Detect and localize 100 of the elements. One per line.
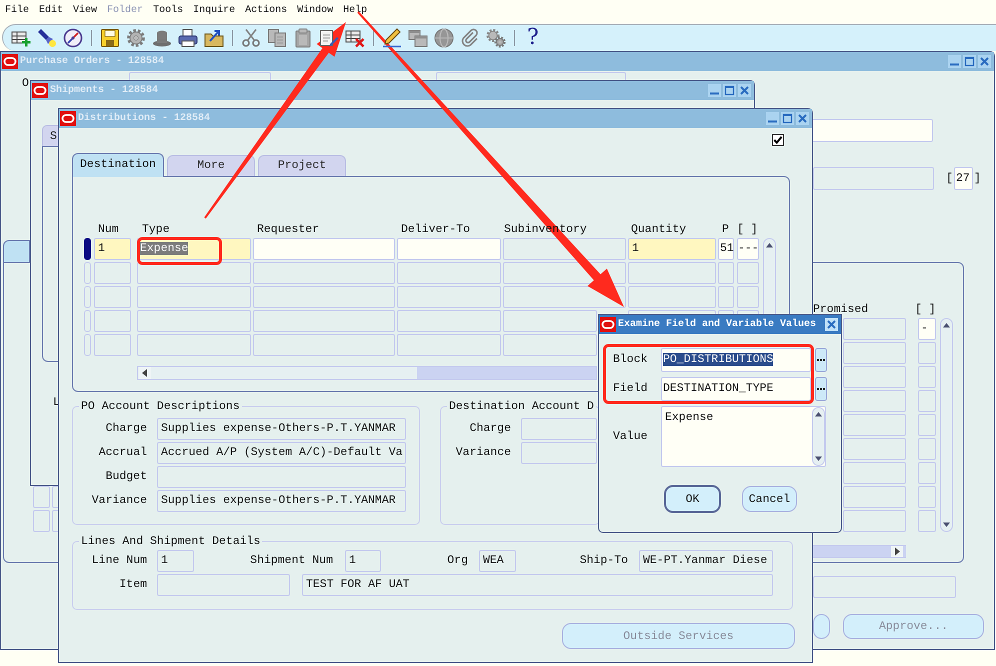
maximize-icon[interactable]	[963, 55, 976, 68]
help-button[interactable]: ?	[527, 26, 539, 50]
tab[interactable]: More	[167, 155, 255, 177]
vertical-scrollbar[interactable]	[940, 318, 953, 532]
menu-item[interactable]: Tools	[153, 4, 184, 18]
table-cell[interactable]	[94, 334, 131, 356]
vertical-scrollbar[interactable]	[812, 407, 825, 466]
table-cell[interactable]	[843, 318, 906, 340]
table-cell[interactable]	[503, 334, 597, 356]
menu-item[interactable]: Edit	[39, 4, 64, 18]
table-cell[interactable]	[843, 390, 906, 412]
action-button[interactable]: OK	[664, 485, 721, 513]
text-field[interactable]	[521, 418, 597, 440]
ellipsis-icon[interactable]	[815, 348, 827, 372]
text-field[interactable]	[129, 72, 271, 80]
table-cell[interactable]	[737, 262, 759, 284]
ellipsis-icon[interactable]	[815, 377, 827, 401]
close-icon[interactable]	[978, 55, 991, 68]
text-field[interactable]: 1	[157, 550, 194, 572]
table-cell[interactable]	[253, 310, 395, 332]
vertical-scrollbar[interactable]	[763, 238, 776, 314]
table-cell[interactable]	[503, 310, 597, 332]
table-cell[interactable]	[503, 238, 626, 260]
close-icon[interactable]	[825, 318, 838, 331]
table-cell[interactable]	[843, 486, 906, 508]
text-field[interactable]: 27	[954, 167, 973, 190]
menu-item[interactable]: Actions	[245, 4, 288, 18]
close-icon[interactable]	[796, 112, 809, 125]
table-cell[interactable]	[718, 262, 734, 284]
table-cell[interactable]	[94, 310, 131, 332]
tab[interactable]: S	[42, 125, 58, 146]
checkbox[interactable]	[772, 134, 784, 146]
table-cell[interactable]	[397, 286, 501, 308]
table-cell[interactable]	[253, 262, 395, 284]
text-field[interactable]: 1	[345, 550, 381, 572]
table-cell[interactable]	[397, 262, 501, 284]
text-field[interactable]: Accrued A/P (System A/C)-Default Va	[157, 442, 406, 464]
table-cell[interactable]	[918, 390, 936, 412]
horizontal-scrollbar[interactable]	[813, 545, 906, 558]
text-field[interactable]: PO_DISTRIBUTIONS	[661, 348, 811, 372]
table-cell[interactable]	[397, 238, 501, 260]
printer-icon[interactable]	[178, 28, 198, 48]
table-cell[interactable]	[737, 310, 759, 314]
text-area[interactable]: Expense	[661, 406, 826, 467]
menu-item[interactable]: Inquire	[193, 4, 236, 18]
row-indicator[interactable]	[84, 238, 91, 260]
table-cell[interactable]	[918, 438, 936, 460]
table-cell[interactable]	[918, 342, 936, 364]
flashlight-icon[interactable]	[37, 28, 57, 48]
table-cell[interactable]: 1	[94, 238, 131, 260]
table-cell[interactable]: -	[918, 318, 936, 340]
table-cell[interactable]	[397, 334, 501, 356]
table-cell[interactable]	[843, 366, 906, 388]
text-field[interactable]	[157, 574, 290, 596]
text-field[interactable]	[810, 119, 933, 142]
table-cell[interactable]	[33, 510, 50, 532]
table-cell[interactable]	[918, 462, 936, 484]
table-cell[interactable]	[33, 486, 50, 508]
text-field[interactable]	[813, 167, 934, 190]
text-field[interactable]: Supplies expense-Others-P.T.YANMAR	[157, 418, 406, 440]
table-cell[interactable]	[137, 262, 251, 284]
table-cell[interactable]	[253, 238, 395, 260]
text-field[interactable]	[813, 576, 956, 598]
tab[interactable]: Project	[258, 155, 346, 177]
maximize-icon[interactable]	[781, 112, 794, 125]
menu-item[interactable]: File	[5, 4, 30, 18]
compass-icon[interactable]	[63, 28, 83, 48]
maximize-icon[interactable]	[723, 84, 736, 97]
table-cell[interactable]	[137, 310, 251, 332]
text-field[interactable]: WE-PT.Yanmar Diese	[639, 550, 773, 572]
menu-item[interactable]: Window	[297, 4, 334, 18]
table-cell[interactable]	[843, 342, 906, 364]
action-button[interactable]	[813, 614, 830, 639]
horizontal-scrollbar[interactable]	[137, 366, 597, 380]
document-pencil-icon[interactable]	[319, 28, 339, 48]
text-field[interactable]: WEA	[479, 550, 516, 572]
text-field[interactable]	[436, 72, 626, 80]
table-cell[interactable]	[137, 334, 251, 356]
pencil-icon[interactable]	[382, 28, 402, 48]
text-field[interactable]: TEST FOR AF UAT	[302, 574, 773, 596]
table-cross-icon[interactable]	[345, 28, 365, 48]
minimize-icon[interactable]	[766, 112, 779, 125]
table-cell[interactable]: 1	[628, 238, 716, 260]
table-cell[interactable]	[737, 286, 759, 308]
table-cell[interactable]	[918, 366, 936, 388]
text-field[interactable]	[521, 442, 597, 464]
menu-item[interactable]: View	[73, 4, 98, 18]
text-field[interactable]: Supplies expense-Others-P.T.YANMAR	[157, 490, 406, 512]
close-icon[interactable]	[738, 84, 751, 97]
tab[interactable]: Destination	[72, 153, 164, 177]
text-field[interactable]: DESTINATION_TYPE	[661, 377, 811, 401]
table-cell[interactable]	[253, 286, 395, 308]
table-cell[interactable]	[843, 414, 906, 436]
table-cell[interactable]	[253, 334, 395, 356]
folder-arrow-icon[interactable]	[204, 28, 224, 48]
table-cell[interactable]	[137, 286, 251, 308]
table-cell[interactable]	[628, 262, 716, 284]
table-cell[interactable]	[843, 438, 906, 460]
action-button[interactable]: Cancel	[742, 486, 797, 512]
table-cell[interactable]	[918, 510, 936, 532]
